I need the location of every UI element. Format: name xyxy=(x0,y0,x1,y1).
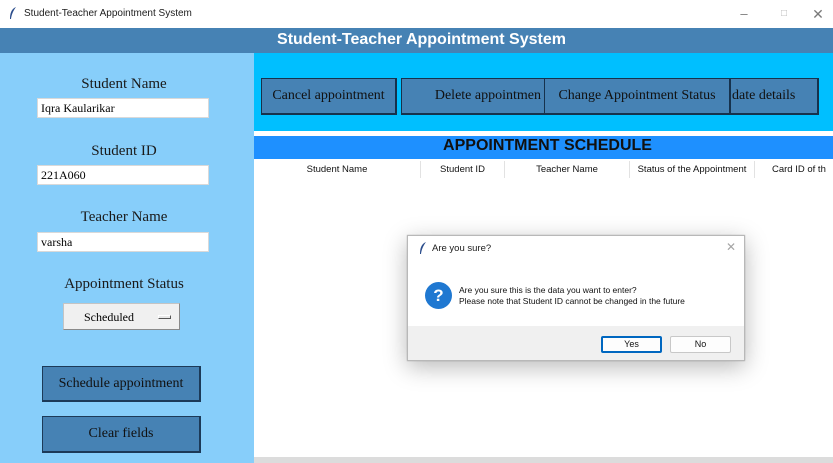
column-header-card-id[interactable]: Card ID of th xyxy=(755,160,833,180)
minimize-button[interactable]: – xyxy=(726,3,762,25)
schedule-title: APPOINTMENT SCHEDULE xyxy=(443,137,652,154)
student-id-label: Student ID xyxy=(91,143,157,159)
action-button-bar: Cancel appointment Delete appointmen Cha… xyxy=(254,53,833,131)
column-header-teacher-name[interactable]: Teacher Name xyxy=(505,160,629,180)
dialog-close-button[interactable]: ✕ xyxy=(726,240,736,254)
confirmation-dialog: Are you sure? ✕ ? Are you sure this is t… xyxy=(407,235,745,361)
horizontal-scrollbar[interactable] xyxy=(254,457,833,463)
clear-fields-button[interactable]: Clear fields xyxy=(42,416,201,453)
maximize-button[interactable]: □ xyxy=(766,3,802,25)
column-header-status[interactable]: Status of the Appointment xyxy=(630,160,754,180)
no-button[interactable]: No xyxy=(670,336,731,353)
app-header: Student-Teacher Appointment System xyxy=(0,28,833,53)
change-status-button[interactable]: Change Appointment Status xyxy=(544,78,731,115)
appointment-status-select[interactable]: Scheduled xyxy=(63,303,180,330)
question-icon: ? xyxy=(425,282,452,309)
schedule-appointment-button[interactable]: Schedule appointment xyxy=(42,366,201,402)
appointment-status-value: Scheduled xyxy=(84,310,134,324)
cancel-appointment-button[interactable]: Cancel appointment xyxy=(261,78,397,115)
teacher-name-label: Teacher Name xyxy=(80,209,168,225)
dialog-message-line-1: Are you sure this is the data you want t… xyxy=(459,285,637,295)
teacher-name-field[interactable]: varsha xyxy=(37,232,209,252)
app-header-title: Student-Teacher Appointment System xyxy=(277,31,566,48)
yes-button[interactable]: Yes xyxy=(601,336,662,353)
dialog-footer: Yes No xyxy=(408,326,744,360)
feather-icon xyxy=(420,242,426,254)
appointment-status-label: Appointment Status xyxy=(64,276,184,292)
dialog-message-line-2: Please note that Student ID cannot be ch… xyxy=(459,296,685,306)
window-title: Student-Teacher Appointment System xyxy=(24,8,192,19)
appointment-form-panel: Student Name Iqra Kaularikar Student ID … xyxy=(0,53,254,463)
column-header-student-id[interactable]: Student ID xyxy=(421,160,504,180)
schedule-header: APPOINTMENT SCHEDULE xyxy=(254,136,833,159)
column-header-student-name[interactable]: Student Name xyxy=(254,160,420,180)
feather-icon xyxy=(10,7,16,19)
dialog-title: Are you sure? xyxy=(432,243,492,254)
update-details-button[interactable]: date details xyxy=(730,78,819,115)
dropdown-indicator-icon xyxy=(158,315,171,319)
student-id-field[interactable]: 221A060 xyxy=(37,165,209,185)
delete-appointment-button[interactable]: Delete appointmen xyxy=(401,78,546,115)
close-button[interactable]: ✕ xyxy=(800,3,833,25)
student-name-label: Student Name xyxy=(81,76,167,92)
student-name-field[interactable]: Iqra Kaularikar xyxy=(37,98,209,118)
window-titlebar: Student-Teacher Appointment System – □ ✕ xyxy=(0,0,833,28)
